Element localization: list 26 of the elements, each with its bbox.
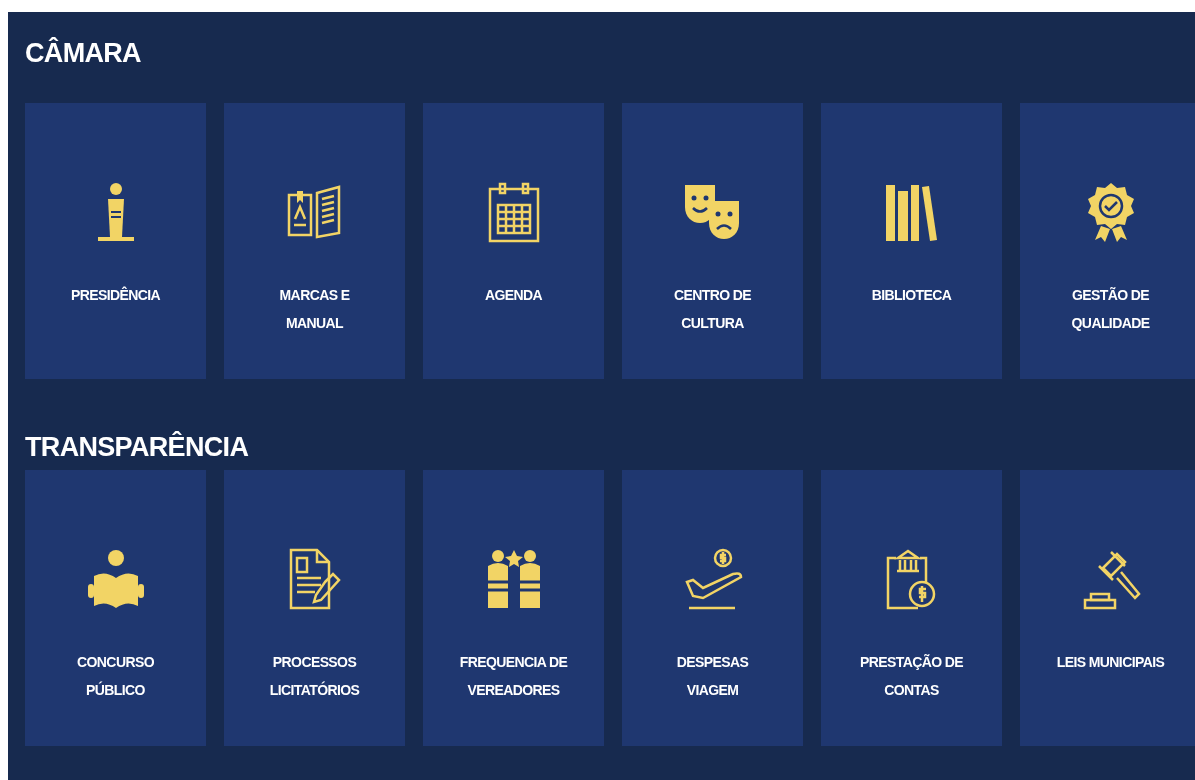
menu-tile[interactable]: CONCURSO PÚBLICO	[25, 470, 206, 746]
menu-tile[interactable]: GESTÃO DE QUALIDADE	[1020, 103, 1195, 379]
tile-label: PRESIDÊNCIA	[69, 285, 162, 305]
menu-tile[interactable]: LEIS MUNICIPAIS	[1020, 470, 1195, 746]
tile-label: CONCURSO PÚBLICO	[76, 653, 155, 700]
tile-label: MARCAS E MANUAL	[278, 286, 351, 333]
tile-label: BIBLIOTECA	[870, 286, 953, 305]
tile-label: LEIS MUNICIPAIS	[1055, 653, 1166, 672]
menu-tile[interactable]: FREQUENCIA DE VEREADORES	[423, 470, 604, 746]
tile-label: DESPESAS VIAGEM	[675, 653, 750, 700]
menu-tile[interactable]: DESPESAS VIAGEM	[622, 470, 803, 746]
tile-label: FREQUENCIA DE VEREADORES	[458, 653, 569, 700]
menu-tile[interactable]: MARCAS E MANUAL	[224, 103, 405, 379]
section-heading: TRANSPARÊNCIA	[25, 430, 250, 464]
menu-tile[interactable]: PROCESSOS LICITATÓRIOS	[224, 470, 405, 746]
tile-label: GESTÃO DE QUALIDADE	[1070, 286, 1151, 333]
tile-label: AGENDA	[483, 286, 544, 305]
menu-tile[interactable]: BIBLIOTECA	[821, 103, 1002, 379]
tile-label: PROCESSOS LICITATÓRIOS	[268, 653, 361, 700]
menu-tile[interactable]: CENTRO DE CULTURA	[622, 103, 803, 379]
section-heading: CÂMARA	[25, 36, 142, 70]
menu-tile[interactable]: PRESIDÊNCIA	[25, 103, 206, 379]
menu-tile[interactable]: PRESTAÇÃO DE CONTAS	[821, 470, 1002, 746]
tile-label: PRESTAÇÃO DE CONTAS	[859, 653, 964, 700]
menu-tile[interactable]: AGENDA	[423, 103, 604, 379]
tile-label: CENTRO DE CULTURA	[672, 286, 753, 333]
